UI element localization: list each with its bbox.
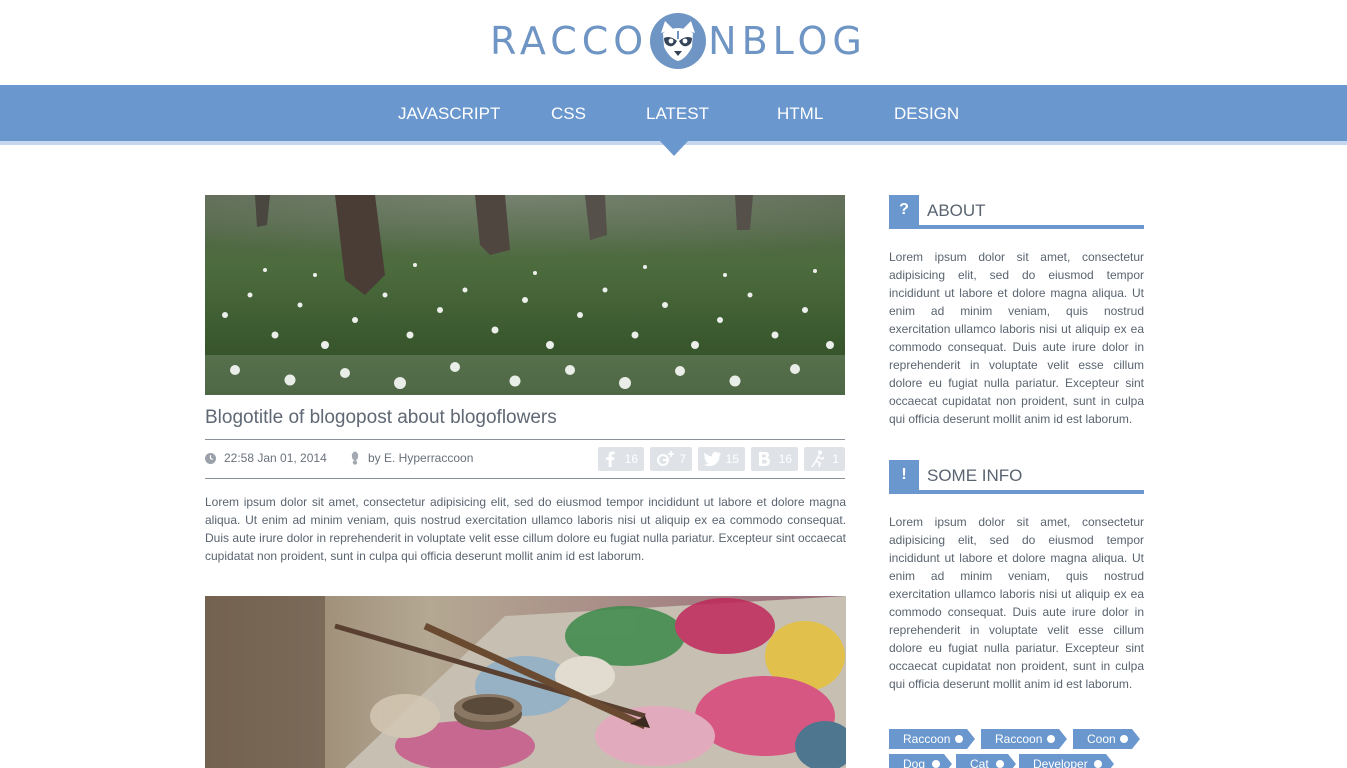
footprint-icon bbox=[351, 451, 359, 465]
about-text: Lorem ipsum dolor sit amet, consectetur … bbox=[889, 250, 1144, 426]
question-icon: ? bbox=[889, 195, 919, 225]
person-icon bbox=[811, 450, 825, 468]
tag-dot-icon bbox=[996, 760, 1004, 768]
site-header: RACCO NBLOG bbox=[0, 0, 1347, 85]
post-author: by E. Hyperraccoon bbox=[350, 451, 473, 465]
nav-item-latest[interactable]: LATEST bbox=[646, 85, 709, 141]
tag-developer[interactable]: Developer bbox=[1019, 754, 1114, 768]
post-time-text: 22:58 Jan 01, 2014 bbox=[224, 451, 327, 465]
nav-item-javascript[interactable]: JAVASCRIPT bbox=[398, 85, 500, 141]
raccoon-face-icon bbox=[650, 13, 707, 69]
clock-icon bbox=[205, 452, 216, 464]
tag-dot-icon bbox=[1094, 760, 1102, 768]
about-heading: ? ABOUT bbox=[889, 195, 1144, 229]
tag-label: Raccoon bbox=[903, 732, 951, 746]
post-author-text[interactable]: by E. Hyperraccoon bbox=[368, 451, 473, 465]
tag-dot-icon bbox=[1120, 735, 1128, 743]
vk-icon bbox=[759, 452, 770, 466]
exclamation-icon: ! bbox=[889, 460, 919, 490]
facebook-icon bbox=[606, 451, 615, 467]
post-meta-bar: 22:58 Jan 01, 2014 by E. Hyperraccoon 16… bbox=[205, 439, 845, 479]
vk-share-button[interactable]: 16 bbox=[751, 447, 798, 471]
post-image-palette[interactable] bbox=[205, 596, 846, 768]
about-title: ABOUT bbox=[927, 201, 986, 220]
vk-share-count: 16 bbox=[778, 452, 792, 466]
tag-dog[interactable]: Dog bbox=[889, 754, 952, 768]
some-info-title: SOME INFO bbox=[927, 466, 1023, 485]
logo-text-left: RACCO bbox=[490, 19, 649, 63]
tag-raccoon[interactable]: Raccoon bbox=[889, 729, 975, 749]
google-plus-icon bbox=[657, 451, 674, 466]
google-plus-share-button[interactable]: 7 bbox=[650, 447, 692, 471]
site-logo[interactable]: RACCO NBLOG bbox=[490, 12, 867, 70]
tag-cat[interactable]: Cat bbox=[956, 754, 1016, 768]
tag-label: Raccoon bbox=[995, 732, 1043, 746]
active-nav-pointer bbox=[660, 141, 688, 156]
tag-dot-icon bbox=[955, 735, 963, 743]
paint-palette-photo bbox=[205, 596, 846, 768]
post-title[interactable]: Blogotitle of blogopost about blogoflowe… bbox=[205, 407, 557, 429]
twitter-share-count: 15 bbox=[725, 452, 739, 466]
tag-label: Dog bbox=[903, 757, 926, 768]
post-image-snowdrops[interactable] bbox=[205, 195, 845, 395]
nav-item-design[interactable]: DESIGN bbox=[894, 85, 959, 141]
facebook-share-count: 16 bbox=[624, 452, 638, 466]
main-nav: JAVASCRIPT CSS LATEST HTML DESIGN bbox=[0, 85, 1347, 141]
tag-raccoon-2[interactable]: Raccoon bbox=[981, 729, 1067, 749]
some-info-text: Lorem ipsum dolor sit amet, consectetur … bbox=[889, 515, 1144, 691]
post-time: 22:58 Jan 01, 2014 bbox=[205, 451, 327, 465]
nav-item-html[interactable]: HTML bbox=[777, 85, 823, 141]
twitter-share-button[interactable]: 15 bbox=[698, 447, 745, 471]
tag-dot-icon bbox=[1047, 735, 1055, 743]
twitter-icon bbox=[704, 452, 721, 466]
tag-label: Developer bbox=[1033, 757, 1088, 768]
nav-item-css[interactable]: CSS bbox=[551, 85, 586, 141]
tag-label: Coon bbox=[1087, 732, 1116, 746]
facebook-share-button[interactable]: 16 bbox=[598, 447, 644, 471]
tag-dot-icon bbox=[932, 760, 940, 768]
some-info-heading: ! SOME INFO bbox=[889, 460, 1144, 494]
google-plus-share-count: 7 bbox=[679, 452, 686, 466]
post-excerpt: Lorem ipsum dolor sit amet, consectetur … bbox=[205, 495, 846, 563]
snowdrop-flowers-photo bbox=[205, 195, 845, 395]
tag-coon[interactable]: Coon bbox=[1073, 729, 1140, 749]
person-share-count: 1 bbox=[832, 452, 839, 466]
logo-text-right: NBLOG bbox=[708, 19, 867, 63]
person-share-button[interactable]: 1 bbox=[804, 447, 845, 471]
tag-label: Cat bbox=[970, 757, 989, 768]
